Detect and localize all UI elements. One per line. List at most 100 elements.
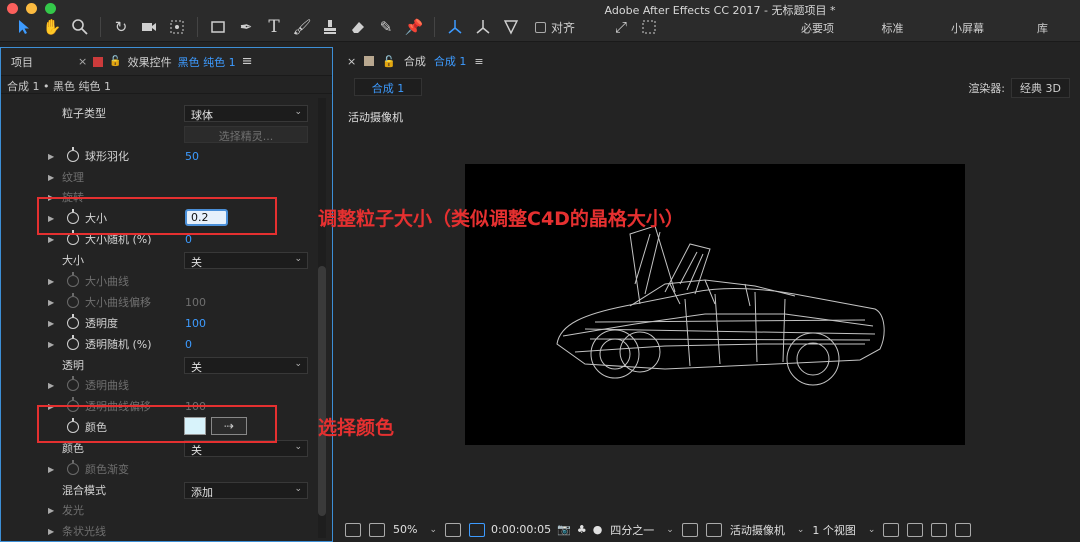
expand-triangle-icon[interactable]: ▶ (48, 381, 54, 390)
view-axis-mode-icon[interactable] (499, 16, 523, 38)
rotate-tool-icon[interactable]: ↻ (109, 16, 133, 38)
camera-view-dropdown[interactable]: 活动摄像机 ⌄ (730, 522, 805, 538)
blend-mode-dropdown[interactable]: 添加 ⌄ (184, 481, 308, 499)
puppet-pin-tool-icon[interactable]: 📌 (402, 16, 426, 38)
stopwatch-icon[interactable] (67, 314, 79, 329)
always-preview-icon[interactable] (345, 522, 361, 537)
transparency-grid-icon[interactable] (705, 522, 722, 537)
view-layout-value: 1 个视图 (812, 523, 856, 537)
rectangle-tool-icon[interactable] (206, 16, 230, 38)
renderer-button[interactable]: 经典 3D (1011, 78, 1070, 98)
magnification-dropdown[interactable]: 50% ⌄ (393, 523, 437, 536)
effect-properties-list: 粒子类型 球体 ⌄ 选择精灵... ▶ 球形羽化 50 ▶ 纹理 ▶ 旋转 ▶ 大… (1, 98, 331, 538)
panel-scrollbar[interactable] (318, 98, 326, 538)
lock-icon[interactable]: 🔓 (382, 55, 396, 68)
workspace-essentials[interactable]: 必要项 (780, 20, 855, 36)
tab-composition-label[interactable]: 合成 (404, 53, 426, 69)
panel-menu-icon[interactable]: ≡ (474, 55, 483, 68)
eraser-tool-icon[interactable] (346, 16, 370, 38)
workspace-standard[interactable]: 标准 (855, 20, 930, 36)
local-axis-mode-icon[interactable] (443, 16, 467, 38)
property-row: ▶ 纹理 (1, 167, 316, 187)
type-tool-icon[interactable]: T (262, 16, 286, 38)
size-curve-offset-value: 100 (185, 295, 206, 309)
tab-effect-controls[interactable]: × 🔓 效果控件 黑色 纯色 1 ≡ (68, 54, 263, 70)
panel-menu-icon[interactable]: ≡ (242, 54, 253, 69)
brush-tool-icon[interactable]: 🖌 (290, 16, 314, 38)
chevron-down-icon: ⌄ (294, 441, 302, 452)
expand-triangle-icon[interactable]: ▶ (48, 465, 54, 474)
snap-options-icon[interactable]: ⤢ (609, 16, 633, 38)
property-row: 透明 关 ⌄ (1, 355, 316, 375)
channel-icon[interactable]: ● (593, 523, 603, 536)
view-layout-dropdown[interactable]: 1 个视图 ⌄ (812, 522, 875, 538)
region-of-interest-icon[interactable] (681, 522, 698, 537)
property-row: 选择精灵... (1, 124, 316, 144)
resolution-dropdown[interactable]: 四分之一 ⌄ (610, 522, 674, 538)
stopwatch-icon (67, 293, 79, 308)
opacity-value[interactable]: 100 (185, 317, 206, 330)
current-time[interactable]: 0:00:00:05 (491, 523, 551, 536)
layer-color-icon (93, 56, 104, 67)
sphere-feather-value[interactable]: 50 (185, 150, 199, 163)
safe-margins-icon[interactable] (445, 522, 461, 537)
workspace-libraries[interactable]: 库 (1005, 20, 1080, 36)
tab-composition-name[interactable]: 合成 1 (434, 53, 467, 69)
show-snapshot-icon[interactable]: ♣ (577, 523, 587, 536)
expand-triangle-icon[interactable]: ▶ (48, 340, 54, 349)
choose-sprite-button[interactable]: 选择精灵... (184, 125, 308, 143)
fast-preview-icon[interactable] (907, 522, 924, 537)
toggle-mask-icon[interactable] (469, 522, 485, 537)
expand-triangle-icon[interactable]: ▶ (48, 277, 54, 286)
stopwatch-icon[interactable] (67, 147, 79, 162)
opacity-random-value[interactable]: 0 (185, 338, 192, 351)
grid-options-icon[interactable] (637, 16, 661, 38)
timeline-icon[interactable] (931, 522, 948, 537)
expand-triangle-icon[interactable]: ▶ (48, 235, 54, 244)
hand-tool-icon[interactable]: ✋ (40, 16, 64, 38)
chevron-down-icon: ⌄ (796, 524, 805, 535)
expand-triangle-icon[interactable]: ▶ (48, 298, 54, 307)
snap-checkbox[interactable] (535, 21, 546, 33)
toolbar-divider (434, 17, 435, 37)
pen-tool-icon[interactable]: ✒ (234, 16, 258, 38)
workspace-small-screen[interactable]: 小屏幕 (930, 20, 1005, 36)
selection-tool-icon[interactable] (12, 16, 36, 38)
roto-brush-tool-icon[interactable]: ✎ (374, 16, 398, 38)
chevron-down-icon: ⌄ (867, 524, 876, 535)
expand-triangle-icon[interactable]: ▶ (48, 527, 54, 536)
scrollbar-thumb[interactable] (318, 266, 326, 516)
expand-triangle-icon[interactable]: ▶ (48, 173, 54, 182)
size-over-life-dropdown[interactable]: 关 ⌄ (184, 251, 308, 269)
property-row: ▶ 球形羽化 50 (1, 146, 316, 166)
stopwatch-icon (67, 460, 79, 475)
expand-triangle-icon[interactable]: ▶ (48, 319, 54, 328)
stopwatch-icon[interactable] (67, 335, 79, 350)
flowchart-icon[interactable] (955, 522, 972, 537)
zoom-tool-icon[interactable] (68, 16, 92, 38)
zoom-value: 50% (393, 523, 418, 536)
snap-toggle[interactable]: 对齐 (535, 19, 575, 36)
camera-tool-icon[interactable] (137, 16, 161, 38)
opacity-over-life-dropdown[interactable]: 关 ⌄ (184, 356, 308, 374)
snapshot-icon[interactable]: 📷 (557, 523, 571, 536)
lock-icon[interactable]: 🔓 (109, 56, 121, 67)
expand-triangle-icon[interactable]: ▶ (48, 506, 54, 515)
viewer-controls-bar: 50% ⌄ 0:00:00:05 📷 ♣ ● 四分之一 ⌄ 活动摄像机 ⌄ 1 … (337, 517, 1080, 542)
comp-flowchart-tab[interactable]: 合成 1 (354, 78, 422, 96)
world-axis-mode-icon[interactable] (471, 16, 495, 38)
pan-behind-tool-icon[interactable] (165, 16, 189, 38)
active-camera-label: 活动摄像机 (348, 111, 403, 124)
monitor-icon[interactable] (369, 522, 385, 537)
pixel-aspect-icon[interactable] (883, 522, 900, 537)
close-icon[interactable]: × (347, 55, 356, 68)
tab-project[interactable]: 项目 (1, 54, 43, 70)
tab-effect-layer-name: 黑色 纯色 1 (177, 55, 236, 69)
expand-triangle-icon[interactable]: ▶ (48, 152, 54, 161)
blend-mode-value: 添加 (191, 485, 213, 499)
property-row: 大小 关 ⌄ (1, 250, 316, 270)
particle-type-dropdown[interactable]: 球体 ⌄ (184, 104, 308, 122)
toolbar-divider (197, 17, 198, 37)
clone-stamp-tool-icon[interactable] (318, 16, 342, 38)
close-icon[interactable]: × (78, 55, 87, 68)
